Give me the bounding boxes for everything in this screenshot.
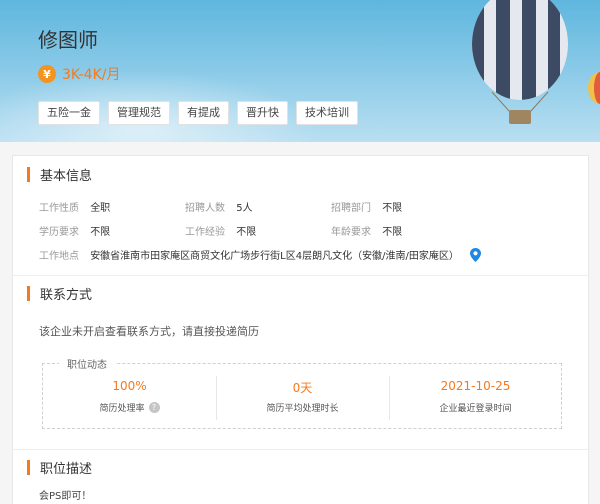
info-age: 年龄要求 不限	[331, 223, 402, 238]
header-banner: 修图师 ¥ 3K-4K/月 五险一金 管理规范 有提成 晋升快 技术培训	[0, 0, 600, 142]
info-key: 年龄要求	[331, 227, 371, 238]
section-accent-bar	[27, 166, 30, 182]
location-address: 安徽省淮南市田家庵区商贸文化广场步行街L区4层朗凡文化（安徽/淮南/田家庵区）	[90, 251, 459, 262]
section-divider	[13, 449, 588, 450]
info-headcount: 招聘人数 5人	[185, 199, 253, 214]
stat-caption-text: 企业最近登录时间	[439, 404, 512, 414]
contact-heading: 联系方式	[27, 284, 93, 303]
job-dynamics-box: 职位动态 100% 简历处理率 ? 0天 简历平均处理时长 2021-10-25…	[42, 356, 562, 429]
stat-caption-text: 简历处理率	[99, 404, 145, 414]
info-key: 招聘部门	[331, 203, 371, 214]
benefit-tag: 晋升快	[237, 101, 288, 125]
stat-value: 0天	[292, 381, 313, 395]
info-key: 工作性质	[39, 203, 79, 214]
info-value: 不限	[90, 227, 111, 238]
info-education: 学历要求 不限	[39, 223, 110, 238]
info-key: 招聘人数	[185, 203, 225, 214]
section-accent-bar	[27, 285, 30, 301]
salary-row: ¥ 3K-4K/月	[38, 64, 120, 84]
contact-note: 该企业未开启查看联系方式，请直接投递简历	[39, 325, 259, 338]
stat-caption: 简历平均处理时长	[216, 401, 389, 414]
info-value: 不限	[236, 227, 257, 238]
info-value: 全职	[90, 203, 111, 214]
stat-avg-process-time: 0天 简历平均处理时长	[216, 379, 389, 414]
hot-air-balloon-decoration	[472, 0, 568, 124]
stat-resume-process-rate: 100% 简历处理率 ?	[43, 379, 216, 414]
info-work-type: 工作性质 全职	[39, 199, 110, 214]
question-icon[interactable]: ?	[148, 402, 160, 413]
description-title: 职位描述	[40, 461, 93, 477]
section-divider	[13, 275, 588, 276]
info-key: 工作地点	[39, 251, 79, 262]
info-value: 5人	[236, 203, 253, 214]
job-detail-card: 基本信息 工作性质 全职 招聘人数 5人 招聘部门 不限 学历要求 不限 工作经…	[12, 155, 589, 504]
info-experience: 工作经验 不限	[185, 223, 256, 238]
location-pin-icon[interactable]	[470, 248, 482, 262]
stat-value: 2021-10-25	[440, 379, 511, 393]
contact-title: 联系方式	[40, 287, 93, 303]
info-department: 招聘部门 不限	[331, 199, 402, 214]
stat-value: 100%	[112, 379, 147, 393]
section-accent-bar	[27, 459, 30, 475]
info-location: 工作地点 安徽省淮南市田家庵区商贸文化广场步行街L区4层朗凡文化（安徽/淮南/田…	[39, 247, 482, 262]
benefit-tags: 五险一金 管理规范 有提成 晋升快 技术培训	[38, 101, 366, 125]
info-key: 学历要求	[39, 227, 79, 238]
yen-icon: ¥	[38, 65, 56, 83]
info-key: 工作经验	[185, 227, 225, 238]
basic-info-heading: 基本信息	[27, 165, 93, 184]
basic-info-title: 基本信息	[40, 168, 93, 184]
benefit-tag: 管理规范	[108, 101, 170, 125]
description-text: 会PS即可！	[39, 491, 92, 502]
salary-text: 3K-4K/月	[62, 67, 121, 83]
job-dynamics-title: 职位动态	[59, 356, 115, 371]
stat-last-login: 2021-10-25 企业最近登录时间	[389, 379, 562, 414]
small-balloon-decoration	[588, 72, 600, 104]
info-value: 不限	[382, 203, 403, 214]
job-title: 修图师	[38, 28, 98, 52]
stat-caption: 企业最近登录时间	[389, 401, 562, 414]
benefit-tag: 有提成	[178, 101, 229, 125]
info-value: 不限	[382, 227, 403, 238]
benefit-tag: 技术培训	[296, 101, 358, 125]
stat-caption: 简历处理率 ?	[43, 401, 216, 414]
description-heading: 职位描述	[27, 458, 93, 477]
stat-caption-text: 简历平均处理时长	[266, 404, 339, 414]
benefit-tag: 五险一金	[38, 101, 100, 125]
